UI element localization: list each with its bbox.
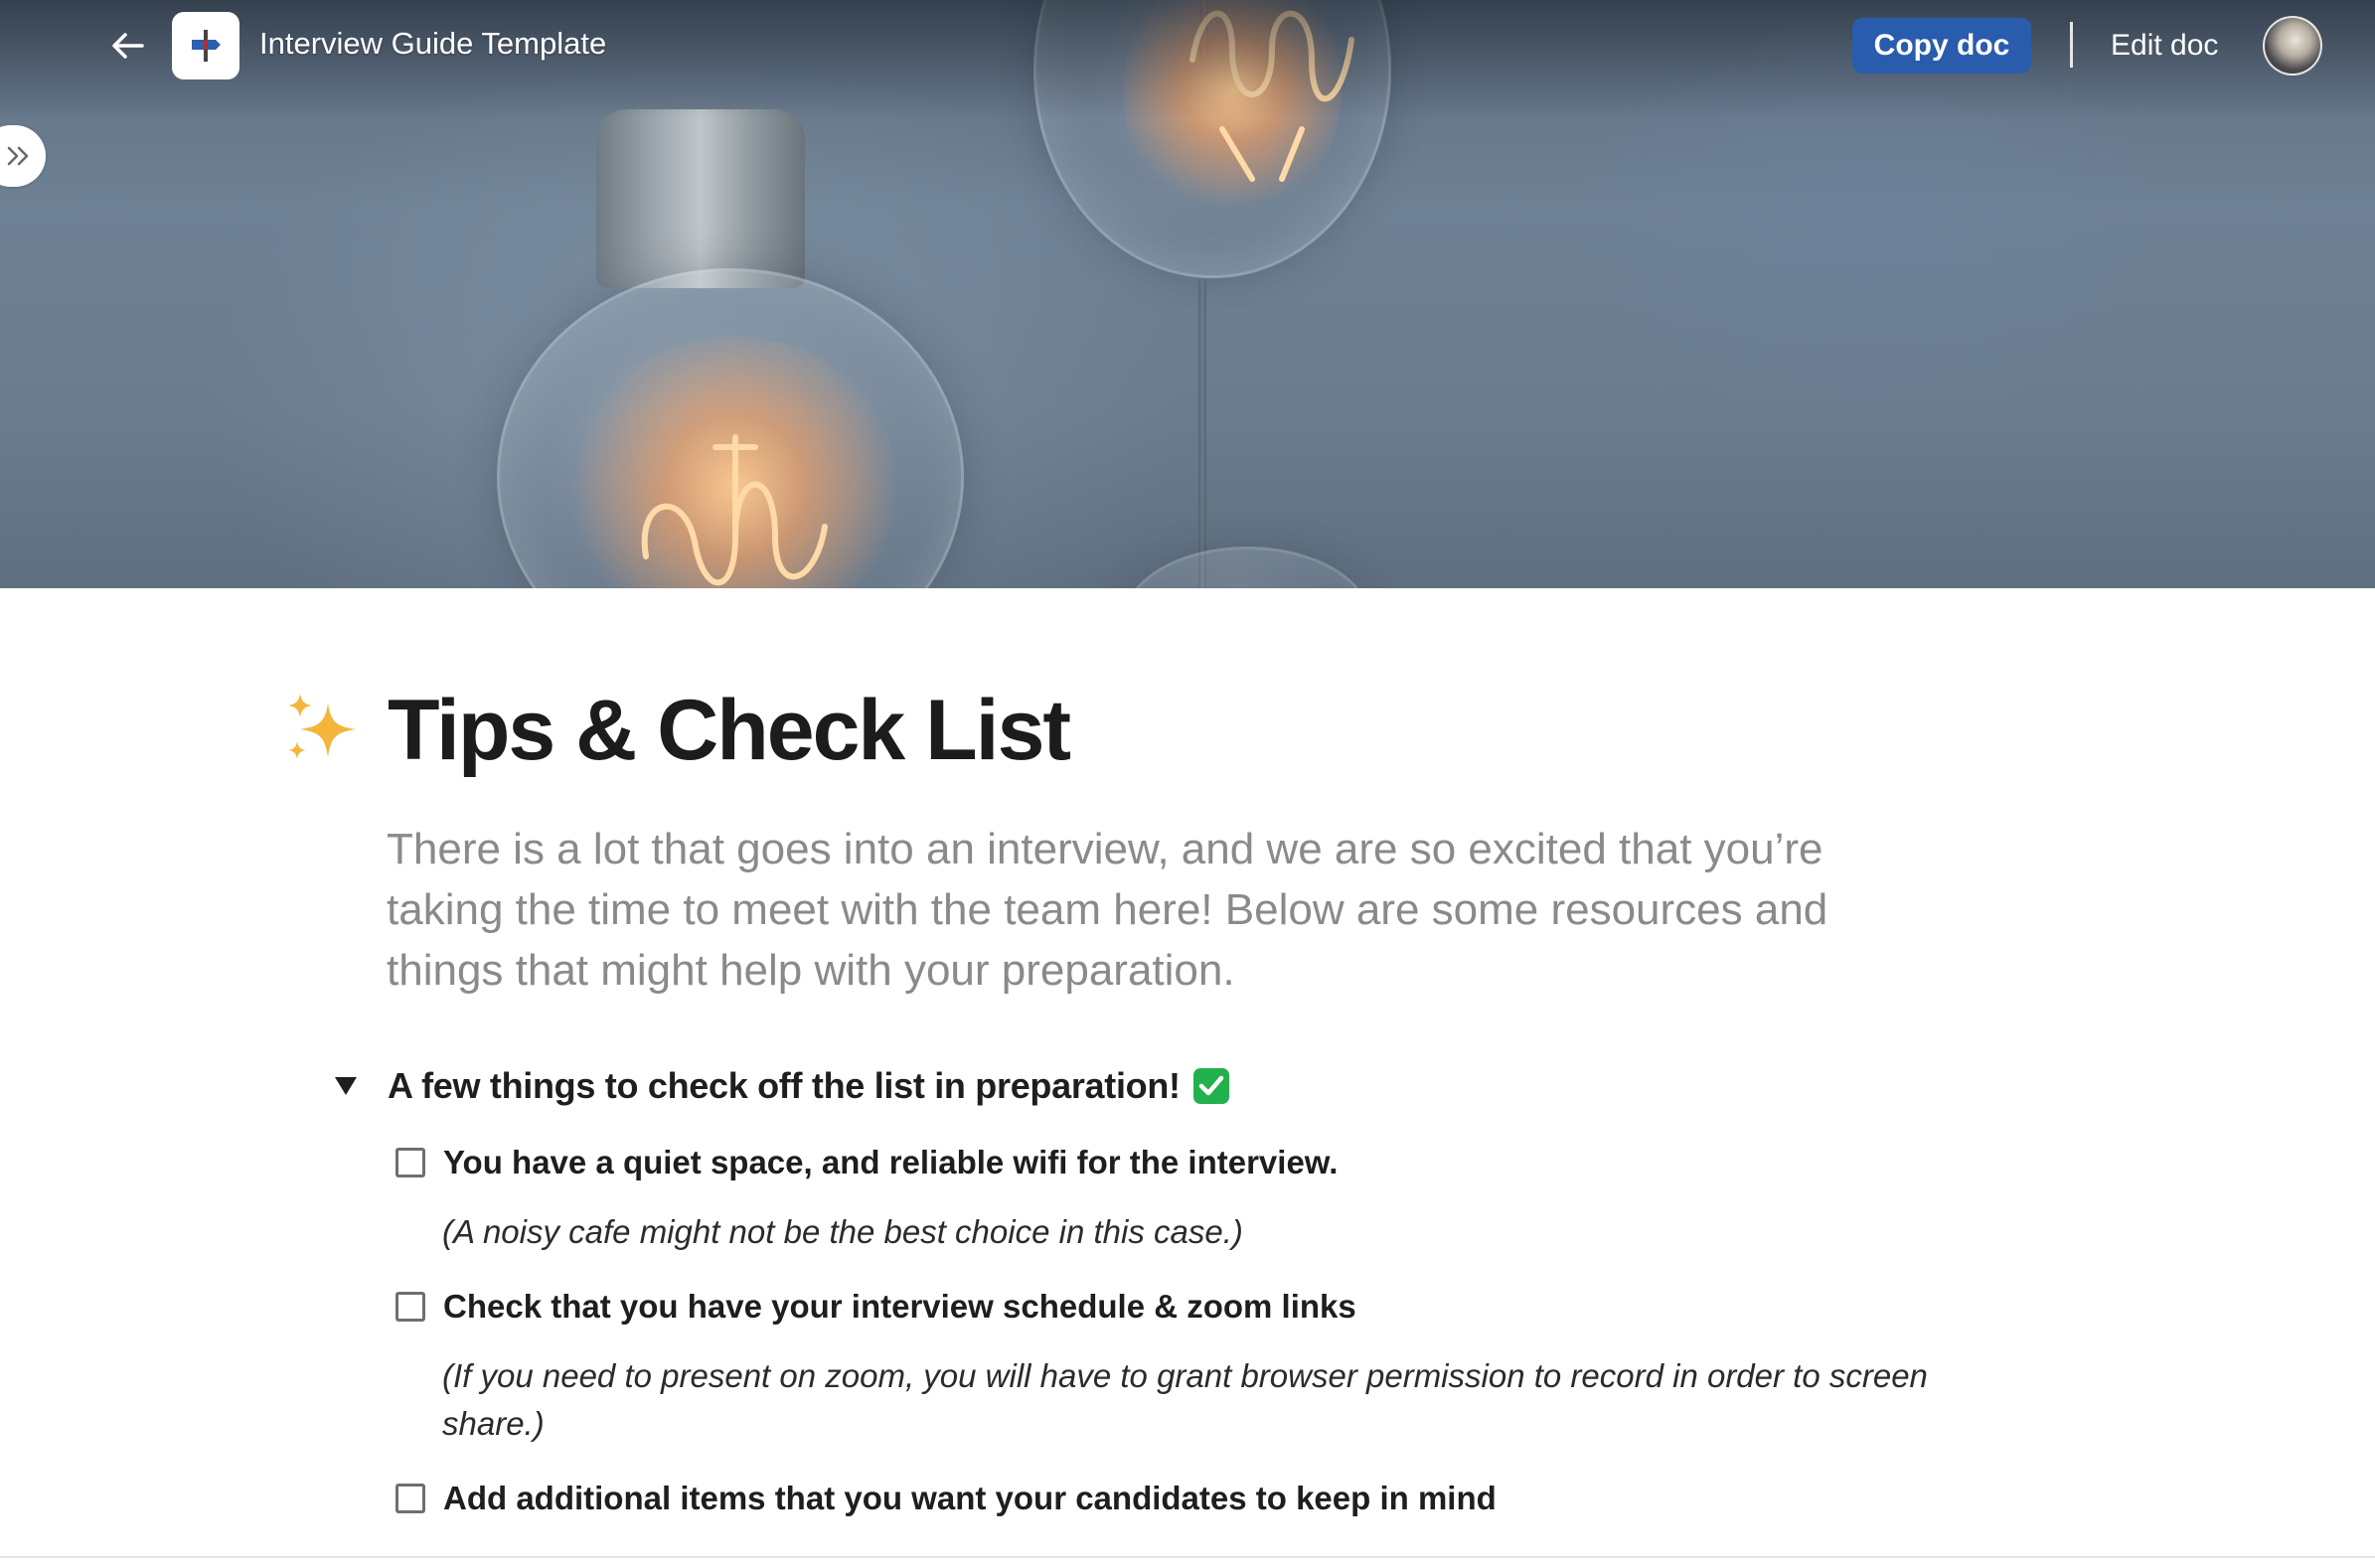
copy-doc-button[interactable]: Copy doc [1852, 18, 2031, 74]
todo-note: (If you need to present on zoom, you wil… [442, 1357, 1928, 1442]
triangle-down-icon [335, 1077, 357, 1095]
light-bulb [1123, 547, 1371, 588]
toggle-caret[interactable] [328, 1068, 364, 1104]
page-heading: Tips & Check List [280, 683, 1071, 778]
intro-paragraph: There is a lot that goes into an intervi… [387, 825, 1828, 995]
edit-doc-button[interactable]: Edit doc [2095, 18, 2234, 74]
back-button[interactable] [99, 22, 155, 70]
header-divider [2070, 22, 2073, 68]
todo-note: (A noisy cafe might not be the best choi… [442, 1213, 1243, 1250]
sparkles-icon [288, 694, 356, 759]
avatar[interactable] [2263, 16, 2322, 76]
top-bar: Interview Guide Template Copy doc Edit d… [0, 0, 2375, 91]
toggle-title: A few things to check off the list in pr… [388, 1065, 1181, 1106]
bulb-filament [641, 434, 828, 586]
todo-item: Check that you have your interview sched… [396, 1288, 1356, 1326]
todo-checkbox[interactable] [396, 1484, 425, 1513]
todo-item: You have a quiet space, and reliable wif… [396, 1144, 1338, 1181]
bulb-cap [596, 109, 805, 288]
doc-title: Interview Guide Template [259, 26, 607, 61]
todo-label: Add additional items that you want your … [443, 1480, 1497, 1516]
todo-item: Add additional items that you want your … [396, 1480, 1497, 1517]
check-mark-button-icon [1192, 1068, 1229, 1104]
page-title: Tips & Check List [388, 683, 1071, 778]
checklist-toggle[interactable]: A few things to check off the list in pr… [328, 1065, 1230, 1107]
doc-logo[interactable] [172, 12, 239, 79]
todo-checkbox[interactable] [396, 1148, 425, 1177]
todo-label: Check that you have your interview sched… [443, 1288, 1356, 1325]
todo-label: You have a quiet space, and reliable wif… [443, 1144, 1339, 1180]
arrow-left-icon [112, 33, 144, 59]
double-chevron-right-icon [7, 146, 29, 166]
bottom-divider [0, 1556, 2375, 1558]
bulb-cord [1198, 278, 1206, 588]
todo-checkbox[interactable] [396, 1292, 425, 1322]
signpost-icon [192, 30, 221, 62]
